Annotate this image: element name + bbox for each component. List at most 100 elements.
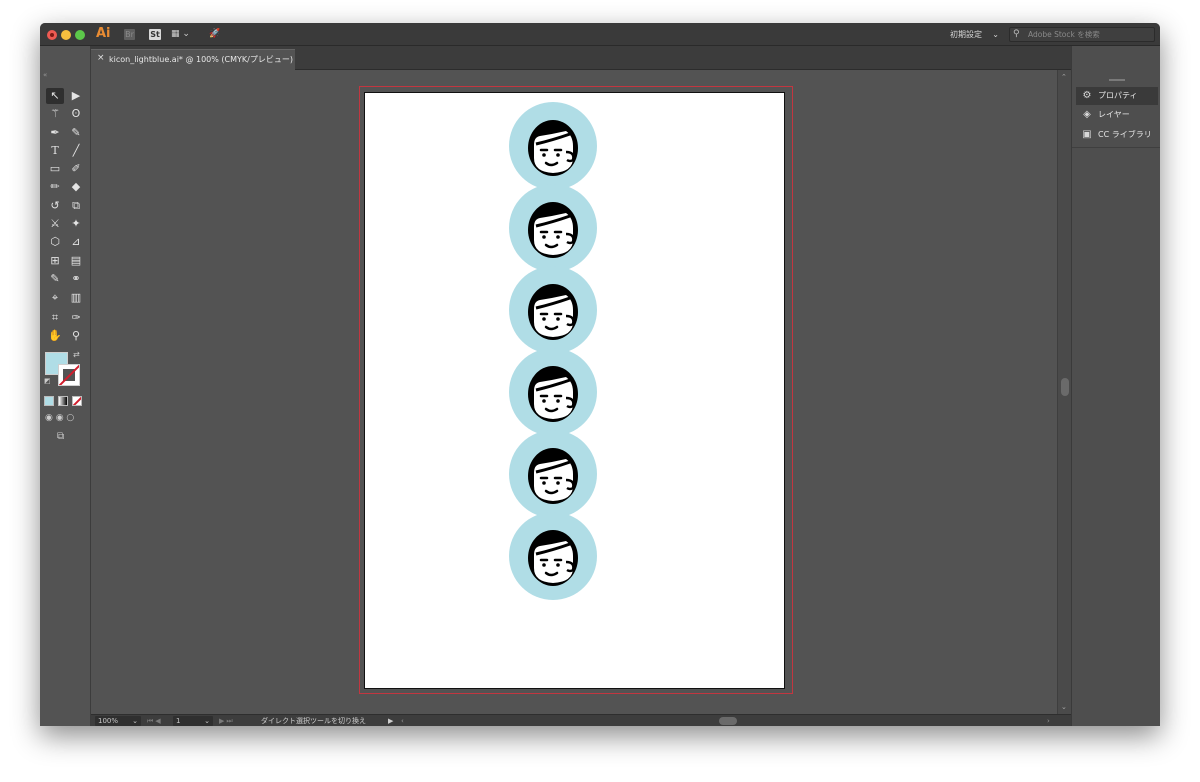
swap-fill-stroke-icon[interactable]: ⇄ [73,350,80,359]
vertical-scroll-thumb[interactable] [1061,378,1069,396]
minimize-window-button[interactable] [61,30,71,40]
none-mode-button[interactable] [72,396,82,406]
face-icon [528,284,578,340]
chevron-down-icon: ⌄ [992,30,999,39]
direct-selection-tool-icon[interactable]: ▶ [67,88,85,104]
chevron-down-icon: ⌄ [132,717,138,725]
selection-tool-icon[interactable]: ↖ [46,88,64,104]
status-menu-arrow-icon[interactable]: ▶ [388,715,393,726]
face-icon [528,366,578,422]
next-last-artboard-icons[interactable]: ▶⏭ [219,715,235,726]
artboard-tool-icon[interactable]: ⌗ [46,310,64,326]
zoom-value: 100% [98,717,119,725]
shaper-tool-icon[interactable]: ✏ [46,179,64,195]
vertical-scrollbar[interactable]: ⌃ ⌄ [1057,70,1071,714]
color-mode-button[interactable] [44,396,54,406]
panel-divider [1072,147,1160,148]
width-tool-icon[interactable]: ⚔ [46,216,64,232]
panel-tab-label: プロパティ [1098,91,1138,100]
scroll-right-icon[interactable]: › [1047,715,1050,726]
chevron-down-icon: ⌄ [204,717,210,725]
face-icon-circle[interactable] [509,184,597,272]
layers-icon: ◈ [1083,109,1091,120]
panel-tab-properties[interactable]: ⚙ プロパティ [1076,87,1158,105]
panel-tab-label: CC ライブラリ [1098,130,1152,139]
close-window-button[interactable] [47,30,57,40]
panel-tab-layers[interactable]: ◈ レイヤー [1076,106,1158,124]
type-tool-icon[interactable]: T [46,143,64,159]
draw-mode-icons[interactable]: ◉ ◉ ○ [45,413,87,425]
zoom-select[interactable]: 100% ⌄ [95,716,141,726]
workspace-label: 初期設定 [950,30,982,39]
pen-tool-icon[interactable]: ✒ [46,125,64,141]
magic-wand-tool-icon[interactable]: ⚚ [46,106,64,122]
curvature-tool-icon[interactable]: ✎ [67,125,85,141]
face-icon [528,448,578,504]
column-graph-tool-icon[interactable]: ▥ [67,290,85,306]
blend-tool-icon[interactable]: ⚭ [67,271,85,287]
document-tab[interactable]: × kicon_lightblue.ai* @ 100% (CMYK/プレビュー… [91,49,295,70]
face-icon [528,120,578,176]
panel-tab-cc-libraries[interactable]: ▣ CC ライブラリ [1076,126,1158,144]
title-bar: Ai Br St ▦ ⌄ 🚀 初期設定 ⌄ ⚲ [40,23,1160,46]
collapse-panel-icon[interactable]: « [43,71,47,79]
properties-icon: ⚙ [1082,90,1092,101]
scroll-down-icon[interactable]: ⌄ [1061,703,1067,711]
horizontal-scroll-thumb[interactable] [719,717,737,725]
shape-builder-tool-icon[interactable]: ⬡ [46,234,64,250]
default-fill-stroke-icon[interactable]: ◩ [44,377,51,385]
paintbrush-tool-icon[interactable]: ✐ [67,161,85,177]
cc-libraries-icon: ▣ [1082,129,1092,140]
lasso-tool-icon[interactable]: ʘ [67,106,85,122]
gpu-performance-icon[interactable]: 🚀 [206,29,224,40]
stock-search-field[interactable]: ⚲ [1009,27,1155,42]
face-icon [528,530,578,586]
maximize-window-button[interactable] [75,30,85,40]
face-icon-circle[interactable] [509,266,597,354]
scroll-up-icon[interactable]: ⌃ [1061,73,1067,81]
face-icon-circle[interactable] [509,512,597,600]
scale-tool-icon[interactable]: ⧉ [67,198,85,214]
face-icon-circle[interactable] [509,430,597,518]
scroll-left-icon[interactable]: ‹ [401,715,404,726]
face-icon [528,202,578,258]
face-icon-circle[interactable] [509,348,597,436]
stock-button[interactable]: St [149,29,161,40]
stroke-color-swatch[interactable] [58,364,80,386]
gradient-mode-button[interactable] [58,396,68,406]
document-tab-bar: × kicon_lightblue.ai* @ 100% (CMYK/プレビュー… [91,46,1121,70]
app-logo: Ai [96,26,111,41]
face-icon-circle[interactable] [509,102,597,190]
rectangle-tool-icon[interactable]: ▭ [46,161,64,177]
rotate-tool-icon[interactable]: ↺ [46,198,64,214]
status-message: ダイレクト選択ツールを切り換え [261,717,366,725]
puppet-warp-tool-icon[interactable]: ✦ [67,216,85,232]
artboard[interactable] [364,92,785,689]
gradient-tool-icon[interactable]: ▤ [67,253,85,269]
close-tab-icon[interactable]: × [97,53,105,63]
zoom-tool-icon[interactable]: ⚲ [67,328,85,344]
illustrator-window: Ai Br St ▦ ⌄ 🚀 初期設定 ⌄ ⚲ « ↖ ▶ ⚚ ʘ ✒ ✎ [40,23,1160,726]
panel-grip[interactable] [1109,79,1125,81]
search-icon: ⚲ [1013,29,1020,39]
slice-tool-icon[interactable]: ✑ [67,310,85,326]
symbol-sprayer-tool-icon[interactable]: ⌖ [46,290,64,306]
canvas-area[interactable] [91,70,1057,714]
workspace-switcher[interactable]: 初期設定 ⌄ [946,27,1001,42]
arrange-documents-icon[interactable]: ▦ ⌄ [171,29,199,40]
perspective-grid-tool-icon[interactable]: ⊿ [67,234,85,250]
tools-panel: « ↖ ▶ ⚚ ʘ ✒ ✎ T ╱ ▭ ✐ ✏ ◆ ↺ ⧉ ⚔ ✦ ⬡ ⊿ ⊞ … [40,46,91,726]
line-tool-icon[interactable]: ╱ [67,143,85,159]
stock-search-input[interactable] [1028,29,1148,40]
eyedropper-tool-icon[interactable]: ✎ [46,271,64,287]
document-tab-title: kicon_lightblue.ai* @ 100% (CMYK/プレビュー) [109,55,293,64]
bridge-button[interactable]: Br [124,29,135,40]
hand-tool-icon[interactable]: ✋ [46,328,64,344]
artboard-select[interactable]: 1 ⌄ [173,716,213,726]
right-panel-dock: ⚙ プロパティ ◈ レイヤー ▣ CC ライブラリ [1071,46,1160,726]
artboard-number: 1 [176,717,181,725]
mesh-tool-icon[interactable]: ⊞ [46,253,64,269]
screen-mode-icon[interactable]: ⧉ [57,431,64,442]
eraser-tool-icon[interactable]: ◆ [67,179,85,195]
first-previous-artboard-icons[interactable]: ⏮◀ [147,715,163,726]
